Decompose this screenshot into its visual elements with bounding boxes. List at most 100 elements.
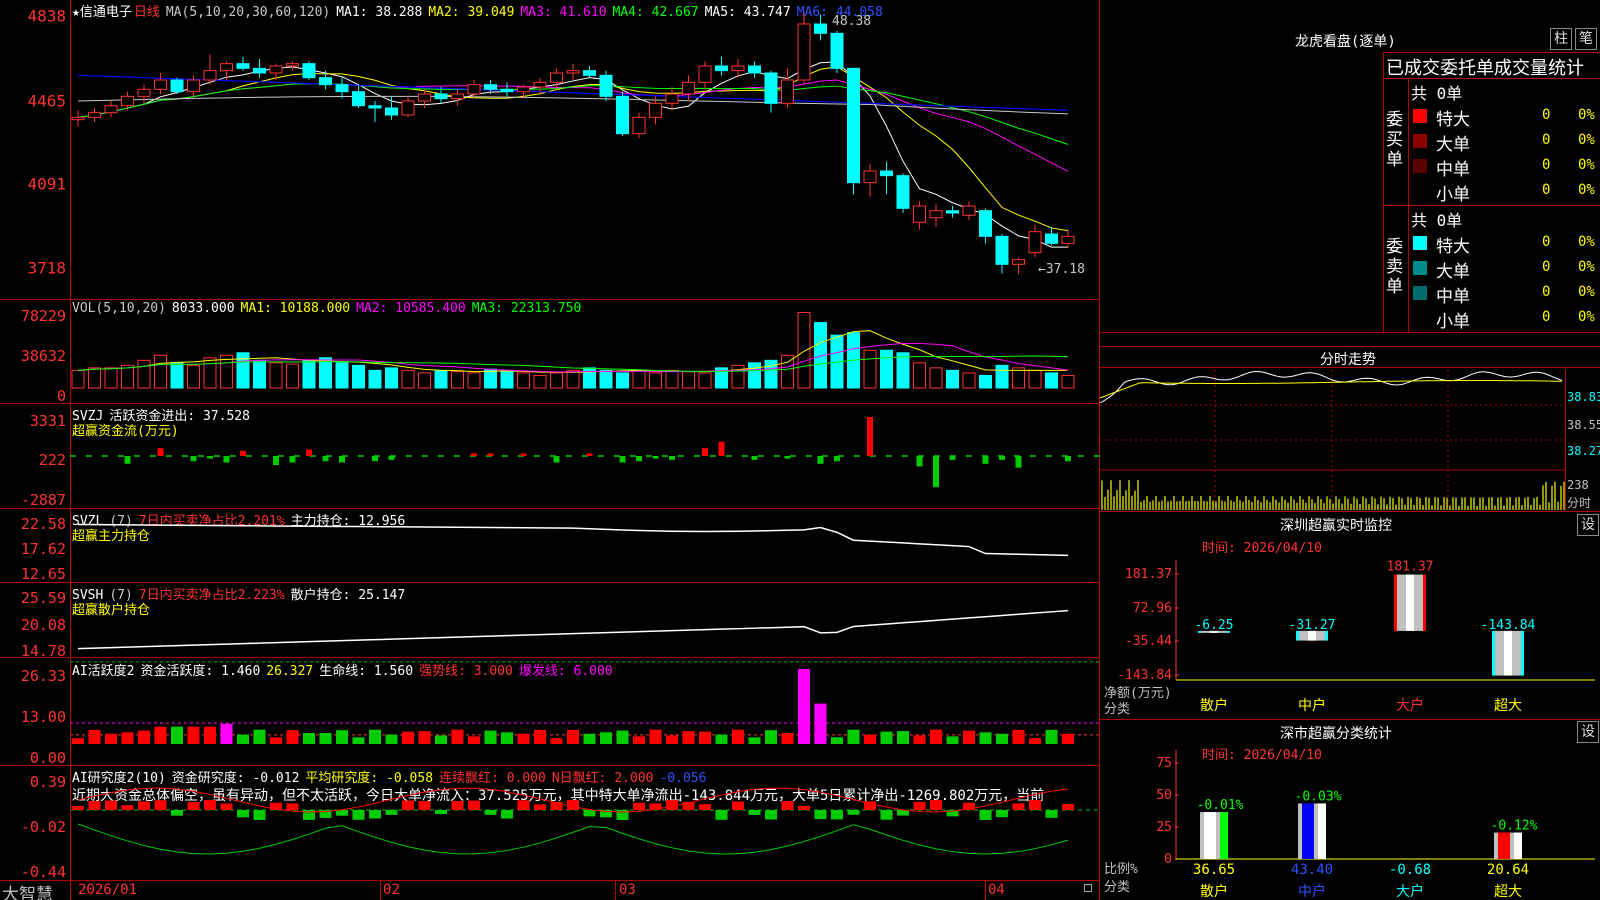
order-percent: 0% — [1578, 284, 1595, 300]
ai2-chart[interactable] — [70, 766, 1100, 880]
ai2-bar — [847, 810, 860, 815]
ai1-bar — [88, 729, 101, 744]
ai1-bar — [369, 729, 381, 744]
candle-body — [830, 32, 844, 69]
volume-bar — [1061, 374, 1075, 389]
ai1-bar — [1045, 729, 1058, 744]
sz-class-bar-fill — [1204, 812, 1216, 859]
ai1-bar — [1012, 729, 1025, 744]
svzj-bar — [916, 456, 923, 467]
order-color-swatch — [1413, 159, 1427, 173]
volume-bar — [104, 367, 118, 389]
price-ytick: 4838 — [27, 6, 66, 26]
candle-body — [863, 170, 877, 184]
volume-bar — [385, 367, 398, 389]
candle-body — [1028, 231, 1042, 254]
ai1-bar — [550, 738, 563, 744]
order-size-label: 特大 — [1436, 110, 1470, 130]
date-label: 2026/01 — [78, 882, 138, 898]
order-count: 共 0单 — [1411, 84, 1463, 103]
ai1-bar — [748, 737, 761, 744]
sz-monitor-chart[interactable]: 181.37 72.96 -35.44 -143.84 -6.25 散户 -31.27 中户 1… — [1100, 530, 1600, 720]
lhb-subtitle: 已成交委托单成交量统计 — [1386, 58, 1584, 79]
ai2-bar — [402, 800, 414, 810]
volume-bar — [616, 372, 629, 389]
ai1-chart[interactable] — [70, 658, 1100, 765]
ai1-bar — [781, 732, 794, 744]
sz-class-category: 中户 — [1298, 883, 1326, 900]
sz-class-chart[interactable]: 75 50 25 0 -0.01% 36.65 散户 -0.03% 43.40 中户 -0.68 大户… — [1100, 720, 1600, 900]
ai1-bar — [237, 734, 249, 744]
candle-body — [203, 70, 217, 81]
svzj-bar — [702, 448, 708, 456]
ai2-bar — [897, 810, 909, 816]
ai1-bar — [600, 732, 612, 744]
volume-bar — [121, 364, 134, 389]
date-label: 04 — [988, 882, 1005, 898]
fenshi-vol-label: 分时 — [1567, 496, 1592, 510]
svsh-ytick: 14.78 — [20, 642, 66, 660]
bar-mode-button[interactable]: 柱 — [1550, 28, 1572, 50]
order-size-label: 小单 — [1436, 312, 1470, 332]
volume-bar — [137, 359, 151, 389]
candle-body — [71, 116, 85, 121]
volume-bar — [220, 354, 233, 389]
sz-class-ytick: 25 — [1156, 820, 1172, 835]
ai2-bar — [72, 806, 84, 810]
sz-class-bar-fill — [1498, 832, 1510, 859]
svzl-ytick: 22.58 — [20, 515, 66, 533]
fenshi-price-line — [1099, 370, 1563, 404]
ai1-bar — [583, 733, 596, 744]
app-brand: 大智慧 — [2, 885, 53, 900]
candle-body — [352, 91, 365, 107]
ai1-bar — [204, 726, 216, 744]
order-size-label: 中单 — [1436, 287, 1470, 307]
ai1-bar — [798, 668, 810, 744]
candle-body — [715, 65, 728, 72]
ai2-bar — [237, 810, 249, 818]
candle-body — [665, 93, 679, 104]
ai1-bar — [814, 703, 827, 744]
tick-mode-button[interactable]: 笔 — [1575, 28, 1597, 50]
ai1-bar — [418, 731, 431, 744]
sz-class-top-label: -0.03% — [1295, 789, 1342, 804]
candlestick-chart[interactable] — [70, 4, 1100, 299]
order-percent: 0% — [1578, 182, 1595, 198]
volume-bar — [748, 362, 761, 389]
sz-class-bar-fill — [1302, 803, 1314, 859]
ai2-bar — [1029, 800, 1041, 810]
candle-body — [550, 72, 563, 83]
intraday-chart[interactable] — [1099, 370, 1565, 510]
sz-class-bar-fill — [1220, 812, 1228, 859]
volume-bar — [962, 372, 976, 389]
ai2-bar — [418, 800, 431, 810]
candle-body — [1012, 259, 1025, 265]
svzj-bar — [867, 417, 873, 456]
ai2-bar — [451, 800, 464, 810]
svzj-chart[interactable] — [70, 404, 1100, 508]
volume-bar — [286, 363, 299, 389]
svzj-bar — [784, 456, 791, 459]
sz-class-ytick: 0 — [1164, 852, 1172, 867]
order-percent: 0% — [1578, 132, 1595, 148]
vol-ytick: 0 — [56, 387, 66, 405]
ai1-bar — [319, 732, 332, 744]
lock-icon[interactable] — [1084, 884, 1092, 892]
svsh-chart[interactable] — [70, 583, 1100, 658]
order-volume: 0 — [1542, 234, 1551, 250]
volume-bar — [863, 349, 877, 389]
svzj-bar — [834, 456, 840, 462]
ai2-bar — [204, 800, 216, 810]
candle-body — [170, 79, 184, 93]
volume-bar — [913, 362, 926, 389]
svzj-bar — [586, 453, 593, 456]
volume-bar — [682, 371, 695, 389]
sz-class-bar-fill — [1318, 803, 1326, 859]
svzl-chart[interactable] — [70, 509, 1100, 583]
price-ytick: 4091 — [27, 174, 66, 194]
svzj-bar — [306, 449, 312, 456]
svzj-bar — [339, 456, 345, 463]
ai1-ytick: 0.00 — [29, 749, 66, 767]
ai2-green-line — [77, 823, 1069, 855]
volume-chart[interactable] — [70, 300, 1100, 400]
